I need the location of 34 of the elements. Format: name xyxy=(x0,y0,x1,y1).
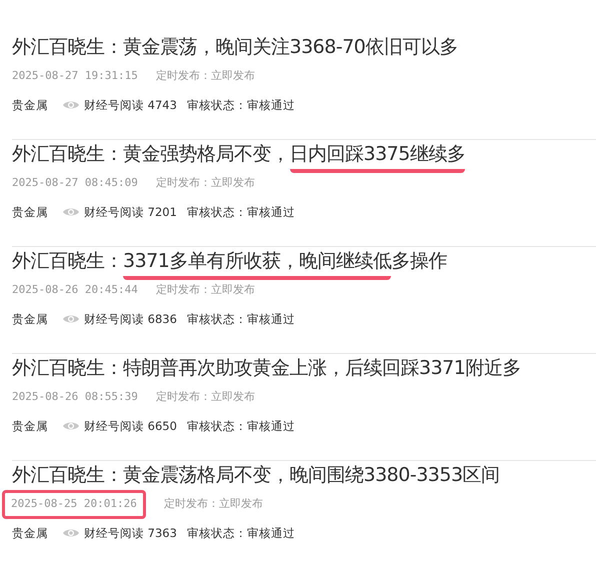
category-label: 贵金属 xyxy=(12,96,48,114)
review-status: 审核状态：审核通过 xyxy=(186,524,295,542)
category-label: 贵金属 xyxy=(12,418,48,434)
publish-mode: 定时发布：立即发布 xyxy=(156,175,255,191)
publish-mode: 定时发布：立即发布 xyxy=(156,68,255,84)
publish-mode: 定时发布：立即发布 xyxy=(156,389,255,405)
article-title[interactable]: 外汇百晓生：3371多单有所收获，晚间继续低多操作 xyxy=(12,247,447,283)
review-status: 审核状态：审核通过 xyxy=(186,96,295,114)
category-label: 贵金属 xyxy=(12,310,48,328)
read-count: 财经号阅读 4743 xyxy=(84,96,177,114)
publish-date: 2025-08-25 20:01:26 xyxy=(2,490,146,518)
category-label: 贵金属 xyxy=(12,524,48,542)
publish-date: 2025-08-27 19:31:15 xyxy=(12,68,138,84)
publish-date: 2025-08-26 08:55:39 xyxy=(12,389,138,405)
publish-mode: 定时发布：立即发布 xyxy=(156,282,255,298)
publish-date: 2025-08-27 08:45:09 xyxy=(12,175,138,191)
review-status: 审核状态：审核通过 xyxy=(186,204,295,220)
read-count: 财经号阅读 7201 xyxy=(84,204,177,220)
eye-icon xyxy=(62,206,80,218)
publish-date: 2025-08-26 20:45:44 xyxy=(12,282,138,298)
review-status: 审核状态：审核通过 xyxy=(186,418,295,434)
category-label: 贵金属 xyxy=(12,204,48,220)
publish-mode: 定时发布：立即发布 xyxy=(164,496,263,512)
read-count: 财经号阅读 6650 xyxy=(84,418,177,434)
article-title[interactable]: 外汇百晓生：黄金震荡，晚间关注3368-70依旧可以多 xyxy=(12,33,458,69)
review-status: 审核状态：审核通过 xyxy=(186,310,295,328)
eye-icon xyxy=(62,420,80,432)
article-title[interactable]: 外汇百晓生：特朗普再次助攻黄金上涨，后续回踩3371附近多 xyxy=(12,354,521,390)
read-count: 财经号阅读 7363 xyxy=(84,524,177,542)
eye-icon xyxy=(62,527,80,540)
article-title[interactable]: 外汇百晓生：黄金强势格局不变，日内回踩3375继续多 xyxy=(12,140,466,176)
read-count: 财经号阅读 6836 xyxy=(84,310,177,328)
eye-icon xyxy=(62,313,80,326)
eye-icon xyxy=(62,99,80,112)
